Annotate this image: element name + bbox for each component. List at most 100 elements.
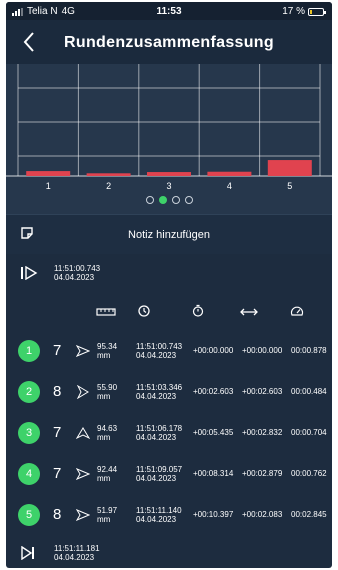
bar [207,171,252,176]
page-title: Rundenzusammenfassung [64,34,274,51]
start-row: 11:51:00.743 04.04.2023 [6,260,332,292]
lap-row[interactable]: 2 8 55.90 mm 11:51:03.346 04.04.2023 +00:02.60… [6,372,332,412]
lap-count: 7 [53,465,62,482]
lap-date: 04.04.2023 [136,351,177,360]
end-date: 04.04.2023 [54,553,95,562]
status-bar: Telia N 4G 11:53 17 % [6,2,332,20]
lap-duration: 00:00.878 [291,346,327,355]
page-dot[interactable] [158,196,167,204]
lap-row[interactable]: 1 7 95.34 mm 11:51:00.743 04.04.2023 +00:00.00… [6,331,332,371]
horizontal-arrows-icon [239,304,259,322]
lap-count: 7 [53,424,62,441]
lap-total-offset: +00:02.603 [193,387,234,396]
page-dot[interactable] [171,196,180,204]
lap-bar-chart: 1 2 3 4 5 [6,64,332,191]
lap-time-of-day: 11:51:11.140 [136,506,182,515]
phone-screen: Telia N 4G 11:53 17 % Rundenzusammenfass… [6,2,332,568]
lap-number-badge: 4 [18,463,40,485]
lap-timestamp: 11:51:00.743 04.04.2023 [136,342,182,360]
bar [147,172,191,176]
distance-unit: mm [97,433,111,442]
end-time: 11:51:11.181 [54,544,100,553]
battery-icon [308,7,326,16]
lap-split: +00:02.832 [242,428,283,437]
lap-duration: 00:00.484 [291,387,327,396]
header: Rundenzusammenfassung [6,20,332,64]
lap-split: +00:02.603 [242,387,283,396]
distance-value: 95.34 [97,342,118,351]
arrow-up-icon [76,427,90,440]
bar [86,173,131,176]
distance-value: 51.97 [97,506,118,515]
x-tick-label: 3 [166,181,171,191]
lap-row[interactable]: 3 7 94.63 mm 11:51:06.178 04.04.2023 +00:05.43… [6,413,332,453]
start-time: 11:51:00.743 [54,264,101,273]
lap-row[interactable]: 4 7 92.44 mm 11:51:09.057 04.04.2023 +00:08.31… [6,454,332,494]
x-tick-label: 2 [106,181,111,191]
distance-unit: mm [97,351,111,360]
lap-total-offset: +00:05.435 [193,428,234,437]
lap-number-badge: 2 [18,381,40,403]
distance-value: 92.44 [97,465,118,474]
lap-split: +00:02.083 [242,510,283,519]
lap-number-badge: 1 [18,340,40,362]
lap-total-offset: +00:08.314 [193,469,234,478]
lap-number-badge: 5 [18,504,40,526]
lap-total-offset: +00:00.000 [193,346,234,355]
lap-distance: 94.63 mm [97,424,117,442]
arrow-right-icon [76,385,89,399]
lap-distance: 92.44 mm [97,465,117,483]
lap-distance: 95.34 mm [97,342,117,360]
battery-percent: 17 % [282,6,305,17]
lap-duration: 00:02.845 [291,510,327,519]
x-tick-label: 5 [287,181,292,191]
lap-count: 7 [53,342,62,359]
lap-timestamp: 11:51:09.057 04.04.2023 [136,465,182,483]
lap-count: 8 [53,383,62,400]
lap-row[interactable]: 5 8 51.97 mm 11:51:11.140 04.04.2023 +00:10.39… [6,495,332,535]
lap-duration: 00:00.704 [291,428,327,437]
lap-date: 04.04.2023 [136,392,177,401]
page-indicator[interactable] [6,196,332,204]
end-row: 11:51:11.181 04.04.2023 [6,540,332,568]
ruler-icon [96,304,116,322]
lap-timestamp: 11:51:03.346 04.04.2023 [136,383,182,401]
lap-timestamp: 11:51:06.178 04.04.2023 [136,424,182,442]
lap-time-of-day: 11:51:06.178 [136,424,183,433]
battery-level [310,9,312,14]
paper-plane-icon [76,468,90,480]
finish-icon [21,546,34,560]
lap-chart-panel[interactable]: 1 2 3 4 5 [6,64,332,214]
lap-distance: 51.97 mm [97,506,117,524]
lap-date: 04.04.2023 [136,515,177,524]
lap-total-offset: +00:10.397 [193,510,234,519]
distance-value: 94.63 [97,424,118,433]
lap-timestamp: 11:51:11.140 04.04.2023 [136,506,182,524]
page-dot[interactable] [184,196,193,204]
add-note-label: Notiz hinzufügen [128,229,210,241]
lap-time-of-day: 11:51:03.346 [136,383,183,392]
stopwatch-icon [192,304,204,322]
lap-distance: 55.90 mm [97,383,117,401]
distance-unit: mm [97,392,111,401]
add-note-button[interactable]: Notiz hinzufügen [6,214,332,254]
lap-date: 04.04.2023 [136,474,177,483]
paper-plane-icon [76,345,90,357]
lap-duration: 00:00.762 [291,469,327,478]
clock-icon [138,304,150,322]
paper-plane-icon [76,509,90,521]
distance-value: 55.90 [97,383,118,392]
lap-time-of-day: 11:51:09.057 [136,465,183,474]
bar [267,160,312,176]
lap-date: 04.04.2023 [136,433,177,442]
lap-number-badge: 3 [18,422,40,444]
start-date: 04.04.2023 [54,273,95,282]
speedometer-icon [290,304,304,322]
lap-count: 8 [53,506,62,523]
page-dot[interactable] [145,196,154,204]
start-flag-icon [21,266,38,280]
x-tick-label: 4 [227,181,232,191]
bar [26,171,71,176]
lap-time-of-day: 11:51:00.743 [136,342,183,351]
lap-split: +00:00.000 [242,346,283,355]
